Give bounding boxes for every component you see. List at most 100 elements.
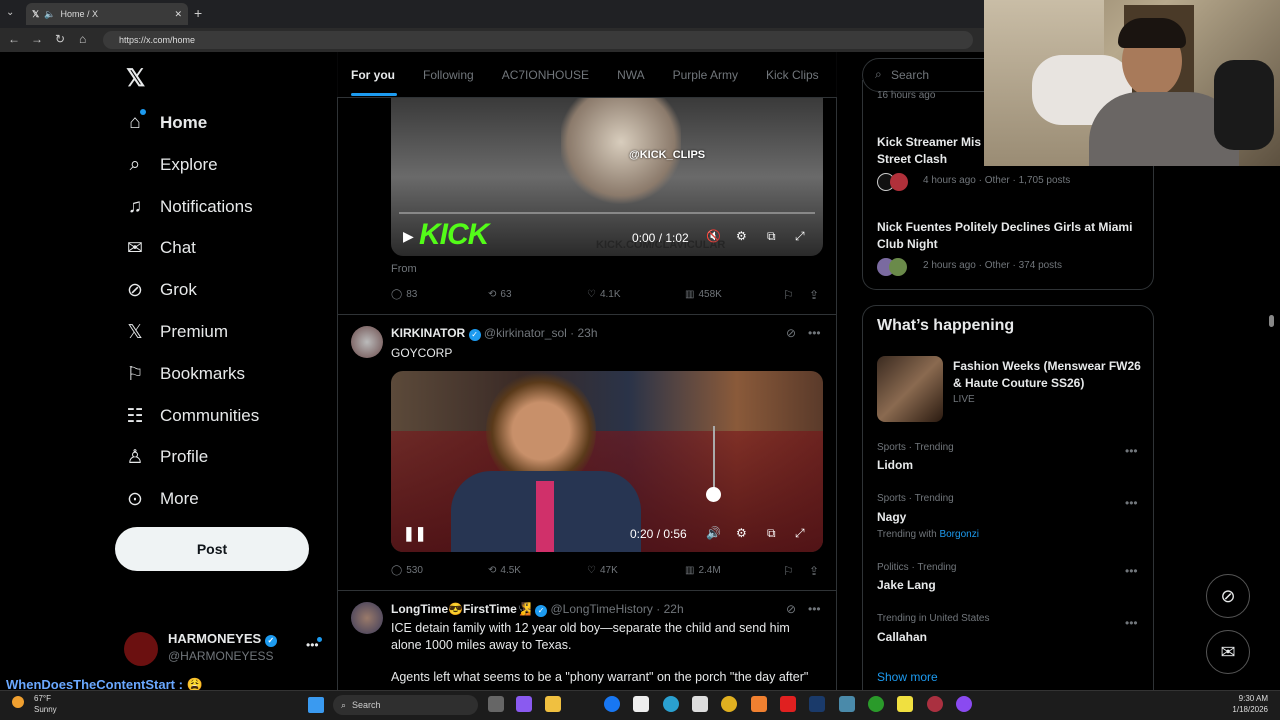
sidebar-item-home[interactable]: ⌂ Home xyxy=(124,107,207,139)
author-handle[interactable]: @LongTimeHistory xyxy=(550,602,652,616)
reply-button[interactable]: ◯ 83 xyxy=(391,289,417,300)
browser-tab[interactable]: 𝕏 🔈 Home / X ✕ xyxy=(26,3,188,25)
app-icon[interactable] xyxy=(927,696,943,712)
sidebar-item-more[interactable]: ⊙ More xyxy=(124,483,199,515)
more-dots-icon[interactable]: ••• xyxy=(1125,496,1138,510)
pip-icon[interactable]: ⧉ xyxy=(767,526,776,541)
views-button[interactable]: ▥ 2.4M xyxy=(685,565,721,576)
amazon-icon[interactable] xyxy=(633,696,649,712)
obs-icon[interactable] xyxy=(956,696,972,712)
weather-icon[interactable] xyxy=(12,696,24,708)
author-handle[interactable]: @kirkinator_sol xyxy=(484,326,567,340)
event-thumbnail[interactable] xyxy=(877,356,943,422)
windows-start-icon[interactable] xyxy=(308,697,324,713)
calculator-icon[interactable] xyxy=(692,696,708,712)
post-time[interactable]: 22h xyxy=(664,602,684,616)
fullscreen-icon[interactable]: ⤢ xyxy=(795,526,805,541)
video-progress-bar[interactable] xyxy=(399,212,815,214)
author-name[interactable]: LongTime😎FirstTime🧏 xyxy=(391,602,532,616)
mute-icon[interactable]: 🔇 xyxy=(706,229,721,243)
settings-icon[interactable]: ⚙ xyxy=(736,229,747,243)
volume-icon[interactable]: 🔊 xyxy=(706,526,721,540)
repost-button[interactable]: ⟲ 63 xyxy=(488,289,512,300)
reload-icon[interactable]: ↻ xyxy=(55,32,65,46)
task-view-icon[interactable] xyxy=(488,696,504,712)
trend-title[interactable]: Callahan xyxy=(877,630,927,644)
steam-icon[interactable] xyxy=(809,696,825,712)
tab-kick-clips[interactable]: Kick Clips xyxy=(766,68,819,82)
sidebar-item-communities[interactable]: ☷ Communities xyxy=(124,400,259,432)
fullscreen-icon[interactable]: ⤢ xyxy=(795,229,805,244)
sidebar-item-notifications[interactable]: ♫ Notifications xyxy=(124,191,253,223)
trend-title[interactable]: Nagy xyxy=(877,510,906,524)
views-button[interactable]: ▥ 458K xyxy=(685,289,722,300)
grok-icon[interactable]: ⊘ xyxy=(786,326,796,340)
tab-following[interactable]: Following xyxy=(423,68,474,82)
tab-purple-army[interactable]: Purple Army xyxy=(673,68,738,82)
show-more-link[interactable]: Show more xyxy=(877,670,938,684)
trend-title[interactable]: Lidom xyxy=(877,458,913,472)
scrollbar-thumb[interactable] xyxy=(1269,315,1274,327)
repost-button[interactable]: ⟲ 4.5K xyxy=(488,565,521,576)
forward-icon[interactable]: → xyxy=(31,32,43,46)
share-icon[interactable]: ⇪ xyxy=(809,564,819,578)
account-switcher[interactable]: HARMONEYES ✓ @HARMONEYESS ••• xyxy=(124,628,334,672)
copilot-icon[interactable] xyxy=(516,696,532,712)
sidebar-item-premium[interactable]: 𝕏 Premium xyxy=(124,316,228,348)
post-time[interactable]: 23h xyxy=(577,326,597,340)
messages-float-button[interactable]: ✉ xyxy=(1206,630,1250,674)
tab-nwa[interactable]: NWA xyxy=(617,68,645,82)
home-browser-icon[interactable]: ⌂ xyxy=(79,32,86,46)
sidebar-item-grok[interactable]: ⊘ Grok xyxy=(124,274,197,306)
sidebar-item-explore[interactable]: ⌕ Explore xyxy=(124,149,218,181)
trend-title[interactable]: Jake Lang xyxy=(877,578,936,592)
grok-float-button[interactable]: ⊘ xyxy=(1206,574,1250,618)
chrome-icon[interactable] xyxy=(721,696,737,712)
more-dots-icon[interactable]: ••• xyxy=(808,602,821,616)
app-icon[interactable] xyxy=(751,696,767,712)
like-button[interactable]: ♡ 4.1K xyxy=(587,289,621,300)
grok-icon[interactable]: ⊘ xyxy=(786,602,796,616)
taskbar-search[interactable]: ⌕ Search xyxy=(333,695,478,715)
news-title[interactable]: Kick Streamer Mis Street Clash xyxy=(877,134,997,168)
event-title[interactable]: Fashion Weeks (Menswear FW26 & Haute Cou… xyxy=(953,358,1143,392)
app-icon[interactable] xyxy=(839,696,855,712)
video-player[interactable]: ❚❚ 0:20 / 0:56 🔊 ⚙ ⧉ ⤢ xyxy=(391,371,823,552)
file-explorer-icon[interactable] xyxy=(545,696,561,712)
volume-slider[interactable] xyxy=(713,426,715,496)
sidebar-item-profile[interactable]: ♙ Profile xyxy=(124,441,208,473)
new-tab-icon[interactable]: + xyxy=(194,5,202,21)
post-button[interactable]: Post xyxy=(115,527,309,571)
more-dots-icon[interactable]: ••• xyxy=(1125,616,1138,630)
bookmark-icon[interactable]: ⚐ xyxy=(783,288,794,302)
address-input[interactable]: https://x.com/home xyxy=(103,31,973,49)
sidebar-item-bookmarks[interactable]: ⚐ Bookmarks xyxy=(124,358,245,390)
pause-icon[interactable]: ❚❚ xyxy=(403,525,426,542)
more-dots-icon[interactable]: ••• xyxy=(808,326,821,340)
bookmark-icon[interactable]: ⚐ xyxy=(783,564,794,578)
reply-button[interactable]: ◯ 530 xyxy=(391,565,423,576)
news-title[interactable]: Nick Fuentes Politely Declines Girls at … xyxy=(877,219,1137,253)
edge-icon[interactable] xyxy=(663,696,679,712)
x-logo-icon[interactable]: 𝕏 xyxy=(126,64,145,93)
avatar[interactable] xyxy=(351,602,383,634)
speaker-icon[interactable]: 🔈 xyxy=(44,9,55,20)
facebook-icon[interactable] xyxy=(604,696,620,712)
more-dots-icon[interactable]: ••• xyxy=(1125,564,1138,578)
avatar[interactable] xyxy=(351,326,383,358)
settings-icon[interactable]: ⚙ xyxy=(736,526,747,540)
xbox-icon[interactable] xyxy=(868,696,884,712)
like-button[interactable]: ♡ 47K xyxy=(587,565,618,576)
play-icon[interactable]: ▶ xyxy=(403,228,414,245)
tab-list-icon[interactable]: ⌄ xyxy=(6,7,14,18)
clock-time[interactable]: 9:30 AM xyxy=(1210,694,1268,703)
volume-slider-thumb[interactable] xyxy=(706,487,721,502)
author-name[interactable]: KIRKINATOR xyxy=(391,326,465,340)
tab-for-you[interactable]: For you xyxy=(351,68,395,82)
close-tab-icon[interactable]: ✕ xyxy=(174,9,182,20)
back-icon[interactable]: ← xyxy=(8,32,20,46)
trend-link[interactable]: Borgonzi xyxy=(939,529,978,540)
sticky-notes-icon[interactable] xyxy=(897,696,913,712)
share-icon[interactable]: ⇪ xyxy=(809,288,819,302)
tab-ac7ionhouse[interactable]: AC7IONHOUSE xyxy=(502,68,589,82)
